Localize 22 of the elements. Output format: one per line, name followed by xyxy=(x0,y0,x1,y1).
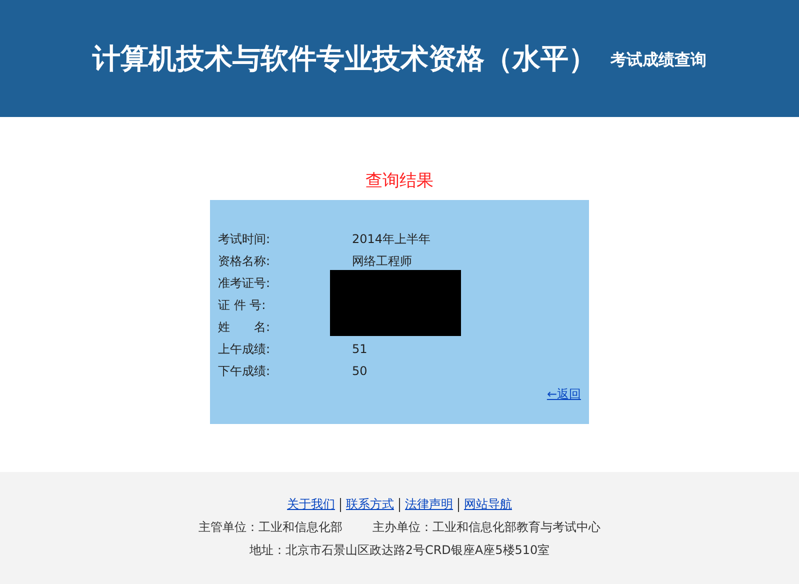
field-value: 51 xyxy=(352,342,368,356)
field-label: 资格名称: xyxy=(218,252,272,270)
back-link[interactable]: ←返回 xyxy=(546,386,581,403)
field-label: 下午成绩: xyxy=(218,362,272,380)
field-value: 50 xyxy=(352,364,368,378)
organizer-text: 主办单位：工业和信息化部教育与考试中心 xyxy=(372,519,600,536)
field-label: 考试时间: xyxy=(218,230,272,248)
field-value: 网络工程师 xyxy=(352,252,412,270)
result-title: 查询结果 xyxy=(366,170,434,192)
organizer-text: 主管单位：工业和信息化部 xyxy=(198,519,342,536)
footer-link[interactable]: 法律声明 xyxy=(405,496,453,513)
field-label: 姓 名: xyxy=(218,318,272,336)
field-value: 2014年上半年 xyxy=(352,230,431,248)
footer-link[interactable]: 网站导航 xyxy=(464,496,512,513)
field-label: 上午成绩: xyxy=(218,340,272,358)
field-label: 准考证号: xyxy=(218,274,272,292)
field-label: 证 件 号: xyxy=(218,296,267,314)
page-subtitle: 考试成绩查询 xyxy=(610,49,706,71)
page-title: 计算机技术与软件专业技术资格（水平） xyxy=(92,40,596,76)
footer-link[interactable]: 联系方式 xyxy=(346,496,394,513)
address-text: 地址：北京市石景山区政达路2号CRD银座A座5楼510室 xyxy=(249,542,550,559)
footer-link[interactable]: 关于我们 xyxy=(287,496,335,513)
